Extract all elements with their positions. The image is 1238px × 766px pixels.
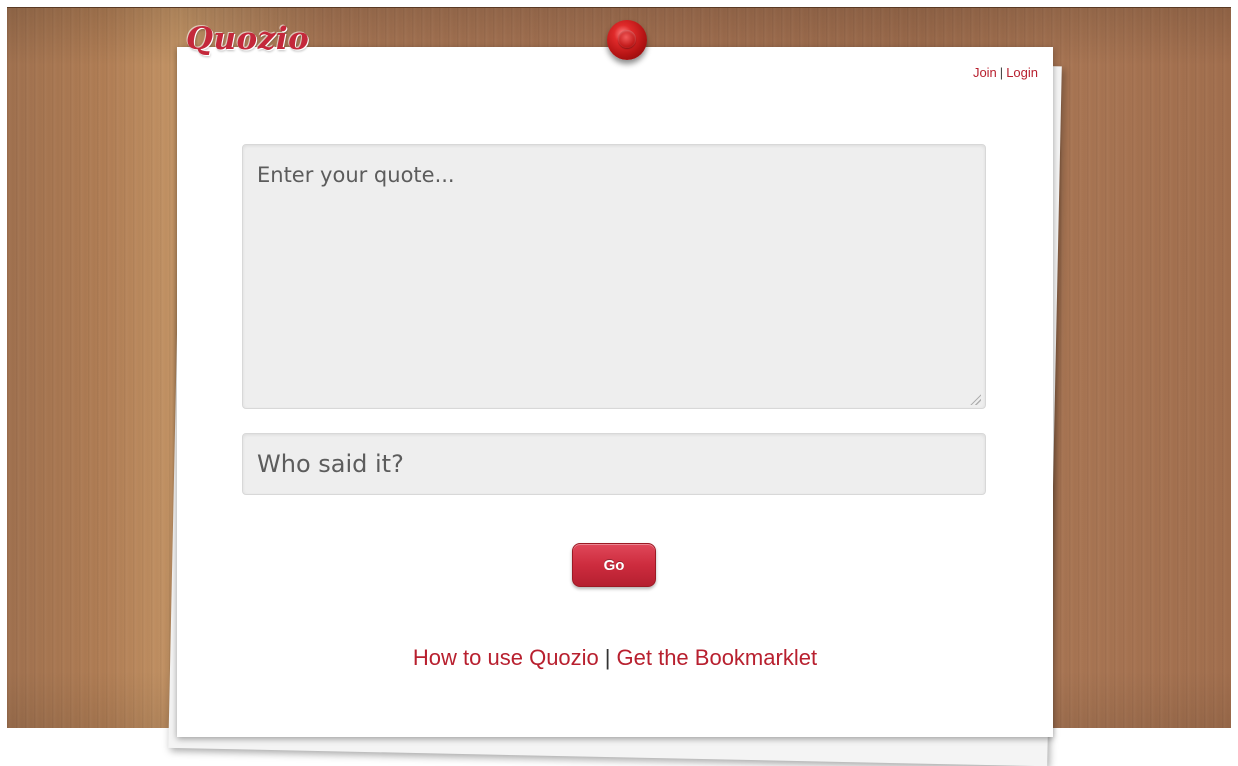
get-bookmarklet-link[interactable]: Get the Bookmarklet (617, 645, 818, 670)
how-to-use-link[interactable]: How to use Quozio (413, 645, 599, 670)
go-button[interactable]: Go (572, 543, 656, 587)
logo[interactable]: Quozio (186, 21, 309, 57)
join-link[interactable]: Join (973, 65, 997, 80)
author-input[interactable] (242, 433, 986, 495)
pushpin-icon (607, 20, 647, 60)
auth-links: Join | Login (973, 65, 1038, 80)
quote-input[interactable] (242, 144, 986, 409)
footer-separator: | (604, 645, 611, 670)
footer-links: How to use Quozio | Get the Bookmarklet (177, 645, 1053, 671)
login-link[interactable]: Login (1006, 65, 1038, 80)
resize-grip-icon[interactable] (969, 393, 981, 405)
auth-separator: | (999, 65, 1004, 80)
